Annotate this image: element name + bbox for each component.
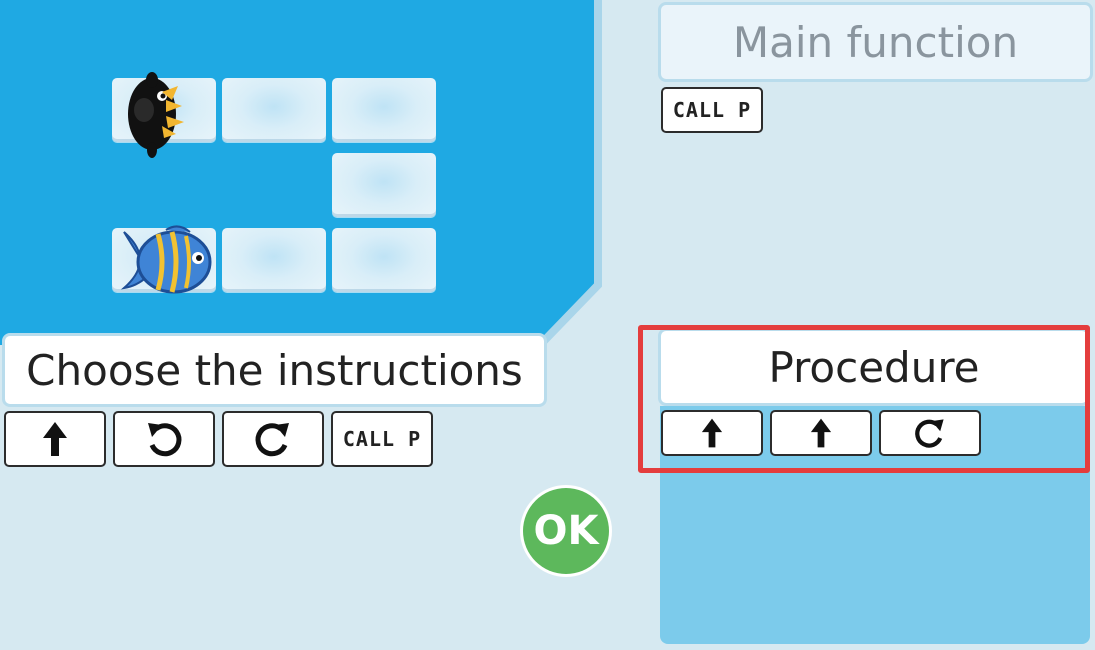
forward-block-button[interactable] [4, 411, 106, 467]
turn-left-block-button[interactable] [113, 411, 215, 467]
forward-arrow-icon [43, 422, 67, 456]
turn-right-block-button[interactable] [222, 411, 324, 467]
ok-button-label: OK [523, 488, 609, 574]
instructions-panel-title: Choose the instructions [2, 333, 547, 407]
fish-icon [120, 225, 212, 294]
main-call-p-block[interactable]: CALL P [661, 87, 763, 133]
penguin-icon [128, 72, 184, 158]
ice-tile [222, 228, 326, 292]
procedure-highlight-box [638, 325, 1090, 473]
ice-tile [332, 153, 436, 217]
water-area [0, 0, 602, 345]
ice-tile [332, 78, 436, 142]
ok-button[interactable]: OK [520, 485, 612, 577]
main-function-title: Main function [658, 2, 1093, 82]
ice-tile [222, 78, 326, 142]
turn-left-icon [148, 423, 182, 457]
ice-tile [332, 228, 436, 292]
call-p-block-button[interactable]: CALL P [331, 411, 433, 467]
game-board [0, 0, 610, 345]
turn-right-icon [255, 423, 289, 457]
